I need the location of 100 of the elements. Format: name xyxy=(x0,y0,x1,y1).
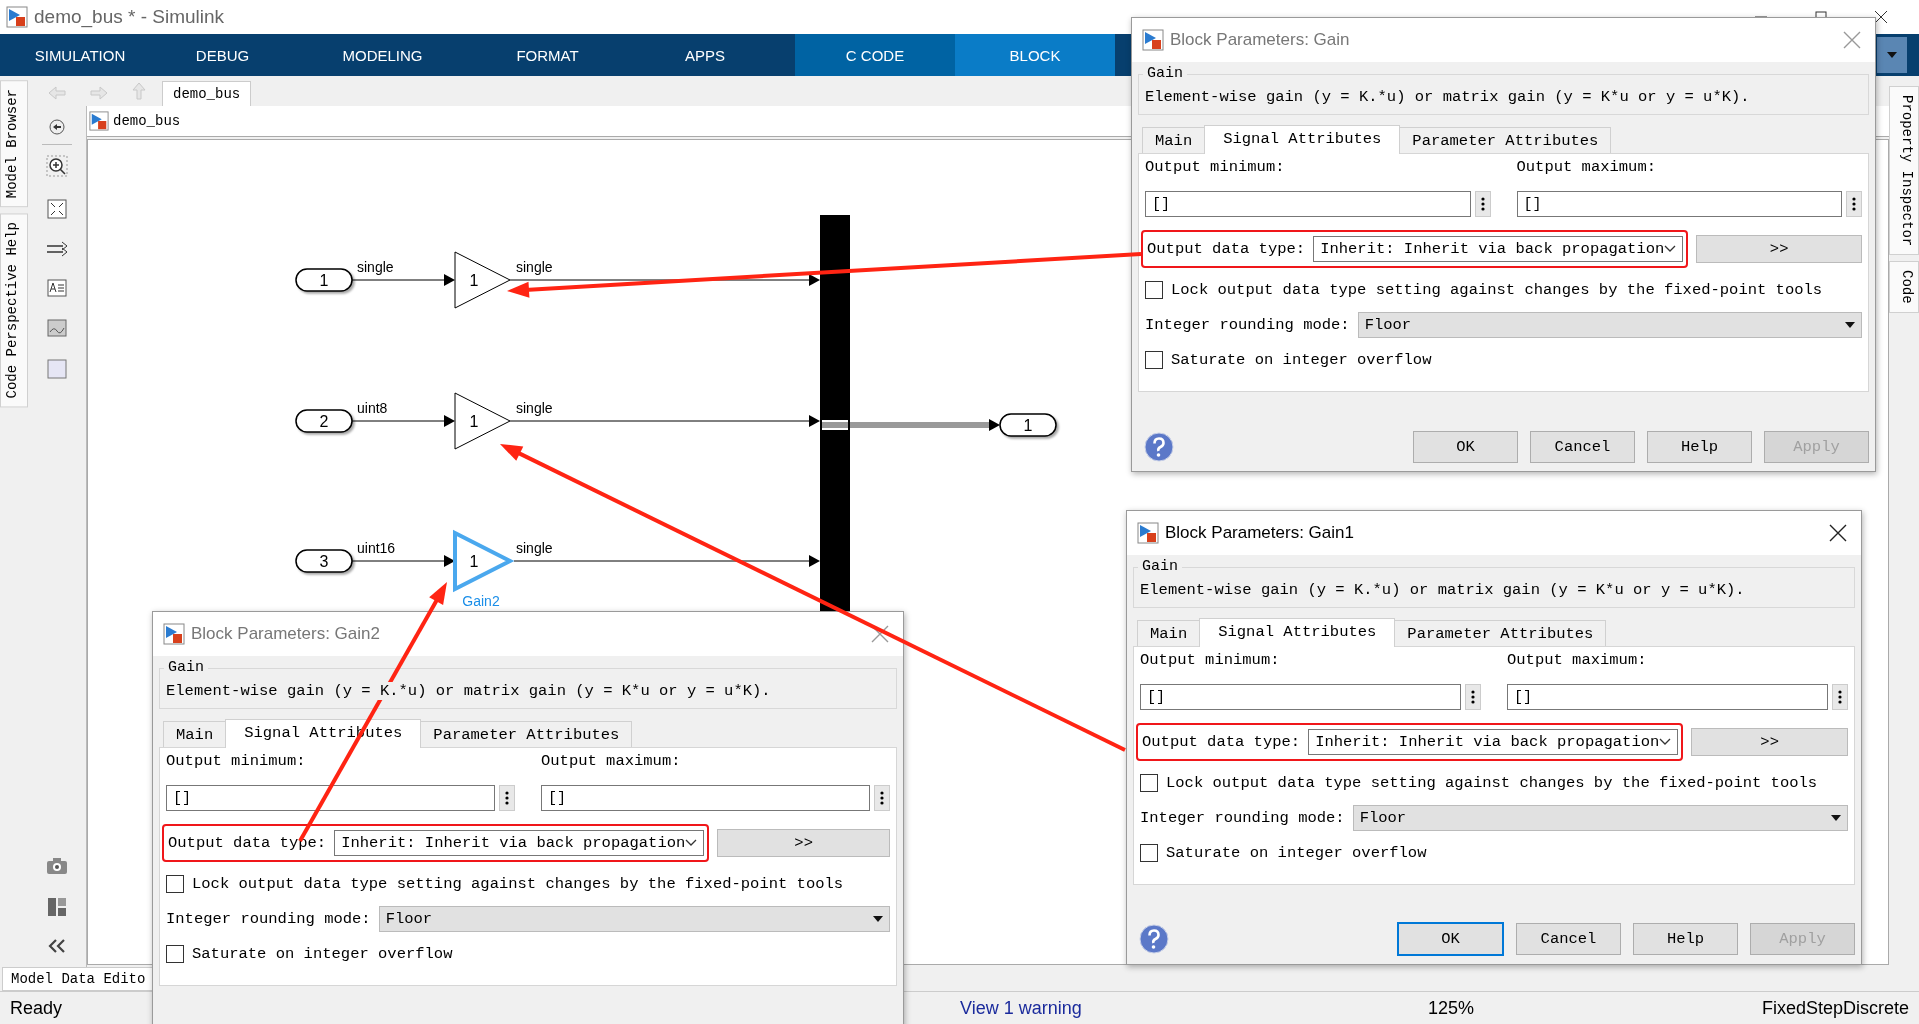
signal-label: uint16 xyxy=(357,540,396,556)
gain-value: 1 xyxy=(469,272,479,289)
solver-name: FixedStepDiscrete xyxy=(1762,997,1910,1019)
simulink-block-icon xyxy=(1142,29,1164,51)
checkbox[interactable] xyxy=(1145,281,1163,299)
more-options-button[interactable] xyxy=(1474,191,1491,217)
input-field[interactable]: [] xyxy=(1507,684,1828,710)
signal-lines-icon[interactable] xyxy=(46,241,68,257)
dialog-tab[interactable]: Main xyxy=(1137,620,1201,646)
rounding-mode-dropdown[interactable]: Floor xyxy=(1357,312,1862,338)
checkbox[interactable] xyxy=(1140,774,1158,792)
zoom-in-icon[interactable] xyxy=(46,155,68,177)
checkbox-label: Lock output data type setting against changes by the fixed-point tools xyxy=(1166,774,1818,792)
data-type-dropdown[interactable]: Inherit: Inherit via back propagation xyxy=(1313,236,1684,262)
data-type-assistant-button[interactable]: >> xyxy=(1691,728,1848,756)
bottom-panel-tab[interactable]: Model Data Edito xyxy=(2,967,155,991)
close-icon[interactable] xyxy=(1873,9,1889,25)
dialog-button[interactable]: OK xyxy=(1413,431,1518,463)
side-panel-tab[interactable]: Model Browser xyxy=(0,80,28,208)
model-tab[interactable]: demo_bus xyxy=(162,81,252,106)
inport-block[interactable]: 3 xyxy=(295,549,353,573)
input-field[interactable]: [] xyxy=(1516,191,1842,217)
camera-icon[interactable] xyxy=(46,857,68,875)
field-label: Integer rounding mode: xyxy=(1145,316,1350,334)
checkbox[interactable] xyxy=(166,875,184,893)
dialog-tab[interactable]: Parameter Attributes xyxy=(420,721,633,747)
dialog-button[interactable]: Help xyxy=(1647,431,1752,463)
outport-block[interactable]: 1 xyxy=(999,413,1057,437)
image-icon[interactable] xyxy=(47,319,67,337)
data-type-assistant-button[interactable]: >> xyxy=(1696,235,1862,263)
ribbon-menu-button[interactable] xyxy=(1877,37,1907,73)
inport-block[interactable]: 2 xyxy=(295,409,353,433)
side-panel-tab[interactable]: Property Inspector xyxy=(1889,86,1919,256)
grid-layout-icon[interactable] xyxy=(47,897,67,917)
help-icon[interactable] xyxy=(1139,924,1169,954)
checkbox[interactable] xyxy=(166,945,184,963)
data-type-assistant-button[interactable]: >> xyxy=(717,829,890,857)
more-options-button[interactable] xyxy=(499,785,515,811)
help-icon[interactable] xyxy=(1144,432,1174,462)
gain-block[interactable] xyxy=(454,251,511,309)
chevron-down-icon xyxy=(685,839,698,847)
input-field[interactable]: [] xyxy=(1145,191,1471,217)
chevron-down-icon xyxy=(1664,245,1677,253)
signal-label: single xyxy=(516,400,553,416)
simulink-app-icon xyxy=(6,6,28,28)
caret-icon xyxy=(873,916,883,922)
checkbox-label: Saturate on integer overflow xyxy=(1171,351,1432,369)
dialog-button[interactable]: Help xyxy=(1633,923,1738,955)
dialog-title: Block Parameters: Gain xyxy=(1170,30,1350,50)
field-label: Output data type: xyxy=(1142,733,1301,751)
dialog-tab[interactable]: Main xyxy=(163,721,227,747)
field-label: Output minimum: xyxy=(166,752,307,770)
data-type-dropdown[interactable]: Inherit: Inherit via back propagation xyxy=(1308,729,1679,755)
dialog-tab[interactable]: Main xyxy=(1142,127,1206,153)
fit-view-icon[interactable] xyxy=(47,199,67,219)
field-label: Output maximum: xyxy=(541,752,682,770)
caret-icon xyxy=(1887,52,1897,58)
gain-block[interactable] xyxy=(454,392,511,450)
rounding-mode-dropdown[interactable]: Floor xyxy=(1352,805,1848,831)
more-options-button[interactable] xyxy=(1846,191,1862,217)
more-options-button[interactable] xyxy=(1832,684,1848,710)
ribbon-tab[interactable]: C CODE xyxy=(795,34,955,76)
inport-block[interactable]: 1 xyxy=(295,268,353,292)
chevron-down-icon xyxy=(1659,738,1672,746)
text-annotation-icon[interactable] xyxy=(47,279,67,297)
more-vertical-icon xyxy=(1480,196,1485,212)
zoom-level: 125% xyxy=(1428,997,1475,1019)
dialog-button[interactable]: Cancel xyxy=(1516,923,1621,955)
more-vertical-icon xyxy=(880,790,884,806)
simulink-block-icon xyxy=(163,623,185,645)
close-icon[interactable] xyxy=(1829,524,1847,542)
collapse-chevrons-icon[interactable] xyxy=(48,939,66,953)
dialog-button[interactable]: Cancel xyxy=(1530,431,1635,463)
input-field[interactable]: [] xyxy=(1140,684,1461,710)
checkbox[interactable] xyxy=(1140,844,1158,862)
back-circle-icon[interactable] xyxy=(48,118,66,136)
side-panel-tab[interactable]: Code Perspective Help xyxy=(0,213,28,408)
side-panel-tab[interactable]: Code xyxy=(1889,261,1919,313)
data-type-dropdown[interactable]: Inherit: Inherit via back propagation xyxy=(334,830,705,856)
warning-link[interactable]: View 1 warning xyxy=(960,997,1082,1019)
input-field[interactable]: [] xyxy=(541,785,870,811)
field-label: Output minimum: xyxy=(1145,158,1286,176)
dialog-tab[interactable]: Signal Attributes xyxy=(1204,125,1401,154)
more-options-button[interactable] xyxy=(874,785,890,811)
field-label: Output minimum: xyxy=(1140,651,1281,669)
input-field[interactable]: [] xyxy=(166,785,495,811)
dialog-tab[interactable]: Parameter Attributes xyxy=(1399,127,1612,153)
checkbox[interactable] xyxy=(1145,351,1163,369)
more-vertical-icon xyxy=(1471,689,1475,705)
dialog-tab[interactable]: Parameter Attributes xyxy=(1394,620,1607,646)
more-vertical-icon xyxy=(1852,196,1856,212)
dialog-tab[interactable]: Signal Attributes xyxy=(1199,618,1396,647)
more-vertical-icon xyxy=(505,790,509,806)
model-path[interactable]: demo_bus xyxy=(113,113,181,129)
rounding-mode-dropdown[interactable]: Floor xyxy=(378,906,890,932)
caret-icon xyxy=(1831,815,1841,821)
checkbox-label: Lock output data type setting against changes by the fixed-point tools xyxy=(1171,281,1823,299)
dialog-button[interactable]: OK xyxy=(1397,922,1504,956)
ribbon-tab[interactable]: BLOCK xyxy=(955,34,1115,76)
more-options-button[interactable] xyxy=(1465,684,1481,710)
